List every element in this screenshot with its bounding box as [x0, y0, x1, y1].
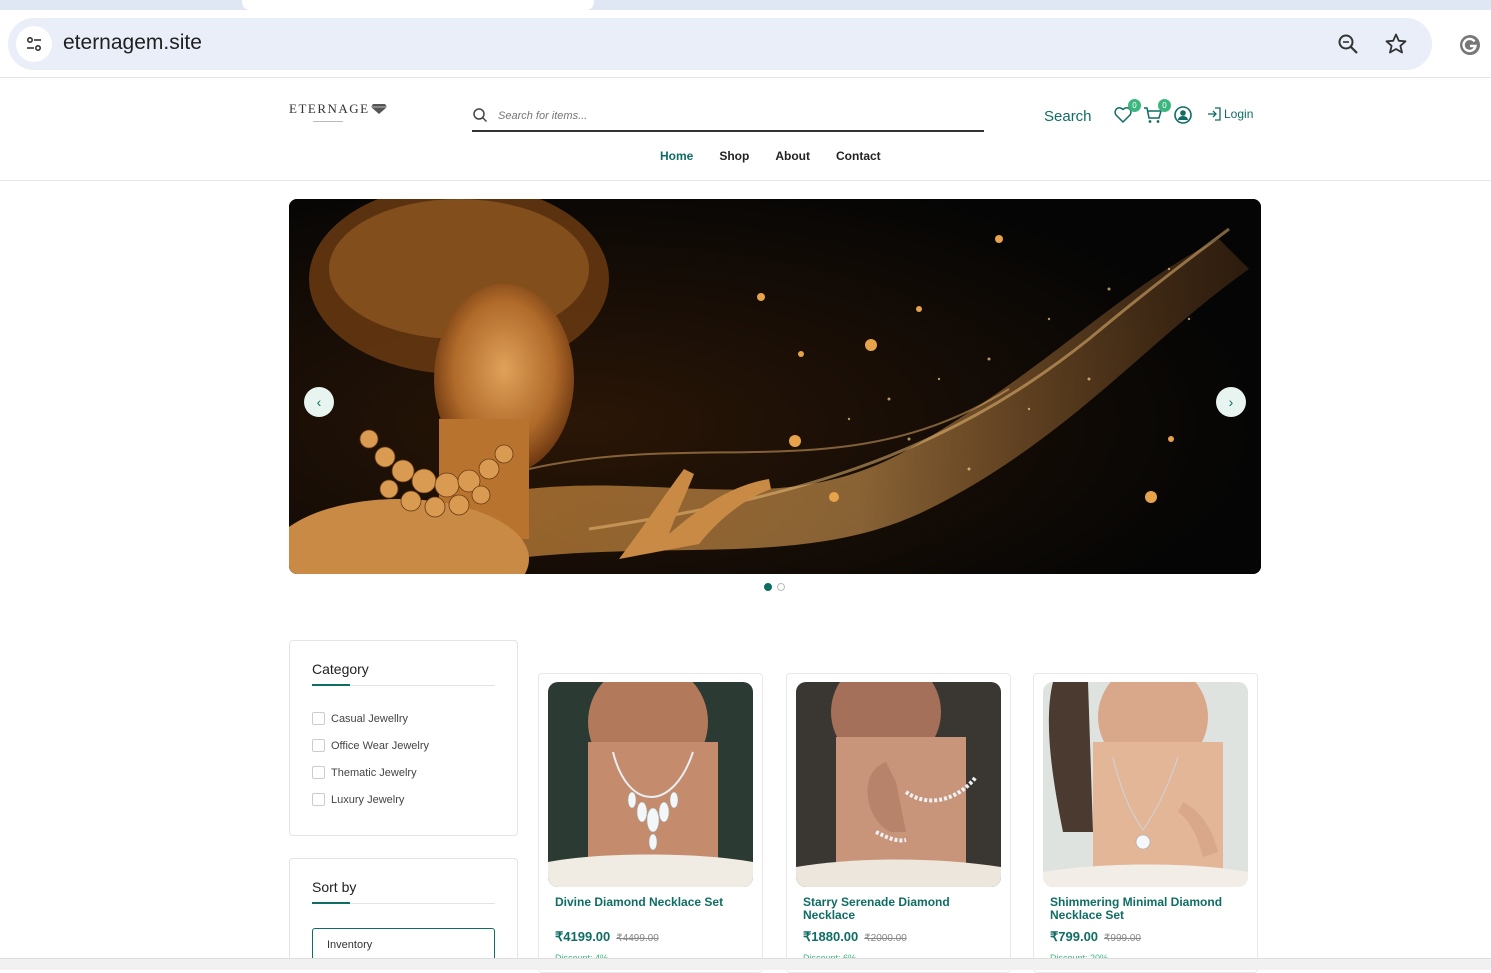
product-name[interactable]: Divine Diamond Necklace Set [555, 896, 750, 909]
nav-home[interactable]: Home [660, 149, 693, 163]
checkbox[interactable] [312, 712, 325, 725]
browser-active-tab[interactable] [242, 0, 594, 10]
product-price: ₹1880.00 ₹2000.00 [803, 929, 907, 945]
main-nav: Home Shop About Contact [660, 149, 881, 163]
search-icon[interactable] [472, 107, 488, 128]
product-image[interactable] [548, 682, 753, 887]
category-title: Category [312, 661, 369, 677]
site-header: ETERNAGE Search 0 0 Login Home Shop Abou… [0, 79, 1491, 181]
product-price: ₹4199.00 ₹4499.00 [555, 929, 659, 945]
slider-pagination [764, 583, 785, 591]
user-icon [1174, 106, 1192, 124]
login-icon [1208, 107, 1221, 121]
original-price: ₹2000.00 [864, 933, 907, 944]
product-image[interactable] [796, 682, 1001, 887]
login-label: Login [1224, 107, 1254, 121]
slider-prev-button[interactable]: ‹ [304, 387, 334, 417]
address-bar[interactable]: eternagem.site [8, 18, 1432, 70]
sort-panel: Sort by Inventory [289, 858, 518, 970]
category-office-wear[interactable]: Office Wear Jewelry [312, 739, 429, 752]
divider-accent [312, 684, 350, 686]
site-info-icon[interactable] [16, 26, 52, 62]
search-bar[interactable] [472, 104, 984, 132]
original-price: ₹4499.00 [616, 933, 659, 944]
login-link[interactable]: Login [1206, 106, 1253, 122]
product-name[interactable]: Shimmering Minimal Diamond Necklace Set [1050, 896, 1245, 922]
browser-bottom-edge [0, 958, 1491, 970]
bookmark-star-icon[interactable] [1382, 30, 1410, 58]
current-price: ₹4199.00 [555, 929, 611, 944]
wishlist-button[interactable]: 0 [1113, 99, 1141, 127]
nav-shop[interactable]: Shop [719, 149, 749, 163]
diamond-icon [370, 102, 387, 118]
product-card[interactable]: Shimmering Minimal Diamond Necklace Set … [1033, 673, 1258, 973]
product-price: ₹799.00 ₹999.00 [1050, 929, 1141, 945]
category-panel: Category Casual Jewellry Office Wear Jew… [289, 640, 518, 836]
product-name[interactable]: Starry Serenade Diamond Necklace [803, 896, 998, 922]
product-image[interactable] [1043, 682, 1248, 887]
zoom-icon[interactable] [1334, 30, 1362, 58]
account-button[interactable] [1173, 105, 1195, 127]
category-casual[interactable]: Casual Jewellry [312, 712, 408, 725]
hero-slider[interactable]: ‹ › [289, 199, 1261, 574]
category-label: Luxury Jewelry [331, 793, 405, 806]
nav-contact[interactable]: Contact [836, 149, 881, 163]
browser-tabstrip [0, 0, 1491, 10]
current-price: ₹1880.00 [803, 929, 859, 944]
divider-accent [312, 902, 350, 904]
category-luxury[interactable]: Luxury Jewelry [312, 793, 404, 806]
category-label: Office Wear Jewelry [331, 739, 430, 752]
slider-dot-2[interactable] [777, 583, 785, 591]
sort-title: Sort by [312, 879, 357, 895]
original-price: ₹999.00 [1104, 933, 1141, 944]
checkbox[interactable] [312, 766, 325, 779]
cart-button[interactable]: 0 [1143, 99, 1171, 127]
category-thematic[interactable]: Thematic Jewelry [312, 766, 417, 779]
product-card[interactable]: Divine Diamond Necklace Set ₹4199.00 ₹44… [538, 673, 763, 973]
chevron-left-icon: ‹ [316, 394, 322, 410]
hero-image [289, 199, 1261, 574]
product-card[interactable]: Starry Serenade Diamond Necklace ₹1880.0… [786, 673, 1011, 973]
search-input[interactable] [498, 106, 968, 126]
wishlist-count-badge: 0 [1128, 99, 1141, 112]
search-link[interactable]: Search [1044, 108, 1092, 125]
category-label: Thematic Jewelry [331, 766, 417, 779]
category-label: Casual Jewellry [331, 712, 409, 725]
sort-select[interactable]: Inventory [312, 928, 495, 962]
checkbox[interactable] [312, 739, 325, 752]
chevron-right-icon: › [1228, 394, 1234, 410]
browser-toolbar: eternagem.site [0, 10, 1491, 78]
logo-text: ETERNAGE [289, 101, 370, 116]
slider-dot-1[interactable] [764, 583, 772, 591]
extension-icon[interactable] [1457, 32, 1483, 58]
current-price: ₹799.00 [1050, 929, 1099, 944]
site-logo[interactable]: ETERNAGE [289, 101, 387, 118]
cart-count-badge: 0 [1158, 99, 1171, 112]
logo-underline [313, 121, 343, 122]
slider-next-button[interactable]: › [1216, 387, 1246, 417]
checkbox[interactable] [312, 793, 325, 806]
nav-about[interactable]: About [775, 149, 810, 163]
url-text[interactable]: eternagem.site [63, 31, 202, 55]
